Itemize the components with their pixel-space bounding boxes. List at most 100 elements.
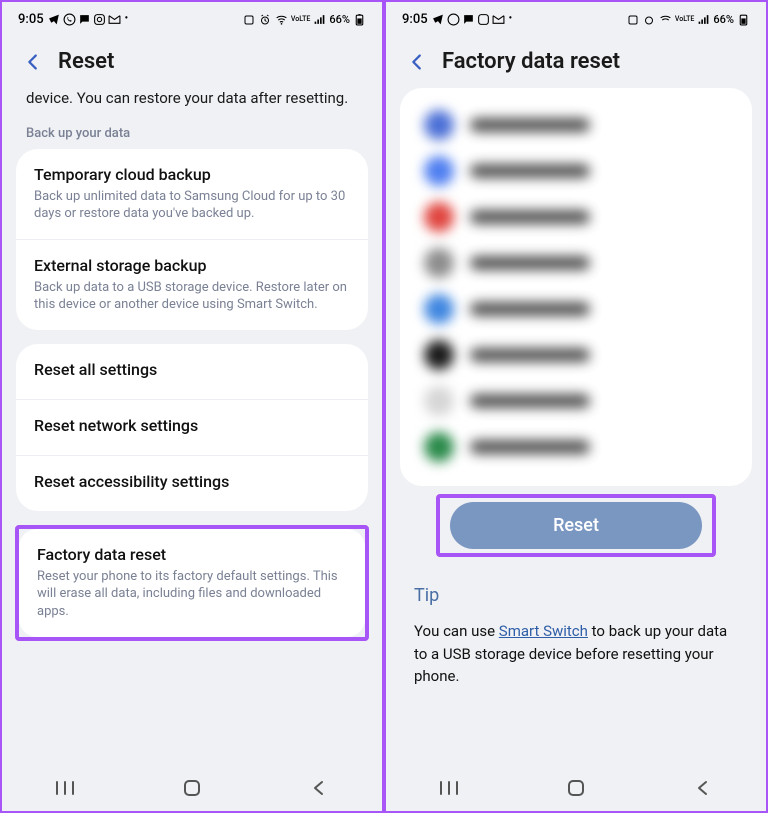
volte-icon: VoLTE <box>291 16 310 23</box>
status-bar: 9:05 • VoLTE 66% <box>386 2 766 31</box>
back-icon[interactable] <box>406 51 428 73</box>
app-icon <box>424 202 454 232</box>
battery-percent: 66% <box>713 13 734 26</box>
nav-bar <box>386 765 766 811</box>
whatsapp-icon <box>447 13 460 26</box>
battery-icon <box>353 13 366 26</box>
back-button[interactable] <box>673 780 733 796</box>
app-name-blurred <box>470 256 590 270</box>
item-title: Reset all settings <box>34 360 350 379</box>
app-name-blurred <box>470 164 590 178</box>
app-row <box>410 332 742 378</box>
factory-reset-highlight: Factory data reset Reset your phone to i… <box>15 525 369 641</box>
app-list-card <box>400 88 752 486</box>
status-bar: 9:05 • VoLTE 66% <box>2 2 382 31</box>
status-time: 9:05 <box>402 12 428 27</box>
instagram-icon <box>477 13 490 26</box>
chat-icon <box>78 13 91 26</box>
recents-button[interactable] <box>35 780 95 796</box>
back-icon[interactable] <box>22 51 44 73</box>
item-title: External storage backup <box>34 256 350 275</box>
reset-accessibility-settings-item[interactable]: Reset accessibility settings <box>16 455 368 511</box>
page-title: Reset <box>58 49 114 74</box>
app-name-blurred <box>470 440 590 454</box>
app-icon <box>424 156 454 186</box>
telegram-icon <box>48 13 61 26</box>
wifi-icon <box>659 13 672 26</box>
app-name-blurred <box>470 118 590 132</box>
item-title: Reset accessibility settings <box>34 472 350 491</box>
reset-button-highlight: Reset <box>436 494 716 557</box>
item-title: Temporary cloud backup <box>34 165 350 184</box>
nav-bar <box>2 765 382 811</box>
app-name-blurred <box>470 394 590 408</box>
header-bar: Reset <box>2 31 382 88</box>
app-icon <box>424 294 454 324</box>
more-dot-icon: • <box>125 13 129 26</box>
item-title: Factory data reset <box>37 545 347 564</box>
app-name-blurred <box>470 302 590 316</box>
status-app-icons: • <box>432 13 513 26</box>
app-icon <box>424 340 454 370</box>
app-icon <box>424 110 454 140</box>
temp-cloud-backup-item[interactable]: Temporary cloud backup Back up unlimited… <box>16 149 368 239</box>
battery-percent: 66% <box>329 13 350 26</box>
app-row <box>410 194 742 240</box>
volte-icon: VoLTE <box>675 16 694 23</box>
status-app-icons: • <box>48 13 129 26</box>
home-button[interactable] <box>162 779 222 797</box>
item-desc: Back up unlimited data to Samsung Cloud … <box>34 188 350 223</box>
alarm-icon <box>643 13 656 26</box>
external-storage-backup-item[interactable]: External storage backup Back up data to … <box>16 239 368 330</box>
status-right: VoLTE 66% <box>243 13 366 26</box>
recents-button[interactable] <box>419 780 479 796</box>
telegram-icon <box>432 13 445 26</box>
header-bar: Factory data reset <box>386 31 766 88</box>
more-dot-icon: • <box>509 13 513 26</box>
wifi-icon <box>275 13 288 26</box>
status-right: VoLTE 66% <box>627 13 750 26</box>
signal-icon <box>697 13 710 26</box>
tip-text: You can use Smart Switch to back up your… <box>414 620 738 688</box>
status-time: 9:05 <box>18 12 44 27</box>
back-button[interactable] <box>289 780 349 796</box>
item-desc: Back up data to a USB storage device. Re… <box>34 279 350 314</box>
app-row <box>410 424 742 470</box>
reset-network-settings-item[interactable]: Reset network settings <box>16 399 368 455</box>
intro-text: device. You can restore your data after … <box>16 88 368 120</box>
nfc-icon <box>627 13 640 26</box>
app-icon <box>424 386 454 416</box>
smart-switch-link[interactable]: Smart Switch <box>499 622 588 640</box>
item-desc: Reset your phone to its factory default … <box>37 568 347 621</box>
app-name-blurred <box>470 210 590 224</box>
reset-options-card: Reset all settings Reset network setting… <box>16 344 368 511</box>
app-row <box>410 102 742 148</box>
app-row <box>410 240 742 286</box>
app-row <box>410 378 742 424</box>
alarm-icon <box>259 13 272 26</box>
right-screenshot: 9:05 • VoLTE 66% Factory data reset <box>384 0 768 813</box>
item-title: Reset network settings <box>34 416 350 435</box>
home-button[interactable] <box>546 779 606 797</box>
mail-icon <box>108 13 121 26</box>
app-icon <box>424 432 454 462</box>
app-name-blurred <box>470 348 590 362</box>
app-row <box>410 148 742 194</box>
section-label: Back up your data <box>16 120 368 149</box>
instagram-icon <box>93 13 106 26</box>
signal-icon <box>313 13 326 26</box>
chat-icon <box>462 13 475 26</box>
whatsapp-icon <box>63 13 76 26</box>
reset-all-settings-item[interactable]: Reset all settings <box>16 344 368 399</box>
page-title: Factory data reset <box>442 49 620 74</box>
factory-data-reset-item[interactable]: Factory data reset Reset your phone to i… <box>19 529 365 637</box>
tip-label: Tip <box>414 585 738 606</box>
tip-section: Tip You can use Smart Switch to back up … <box>386 557 766 698</box>
reset-button[interactable]: Reset <box>450 502 702 549</box>
mail-icon <box>492 13 505 26</box>
backup-card: Temporary cloud backup Back up unlimited… <box>16 149 368 330</box>
app-icon <box>424 248 454 278</box>
left-screenshot: 9:05 • VoLTE 66% Reset device. Y <box>0 0 384 813</box>
nfc-icon <box>243 13 256 26</box>
app-row <box>410 286 742 332</box>
